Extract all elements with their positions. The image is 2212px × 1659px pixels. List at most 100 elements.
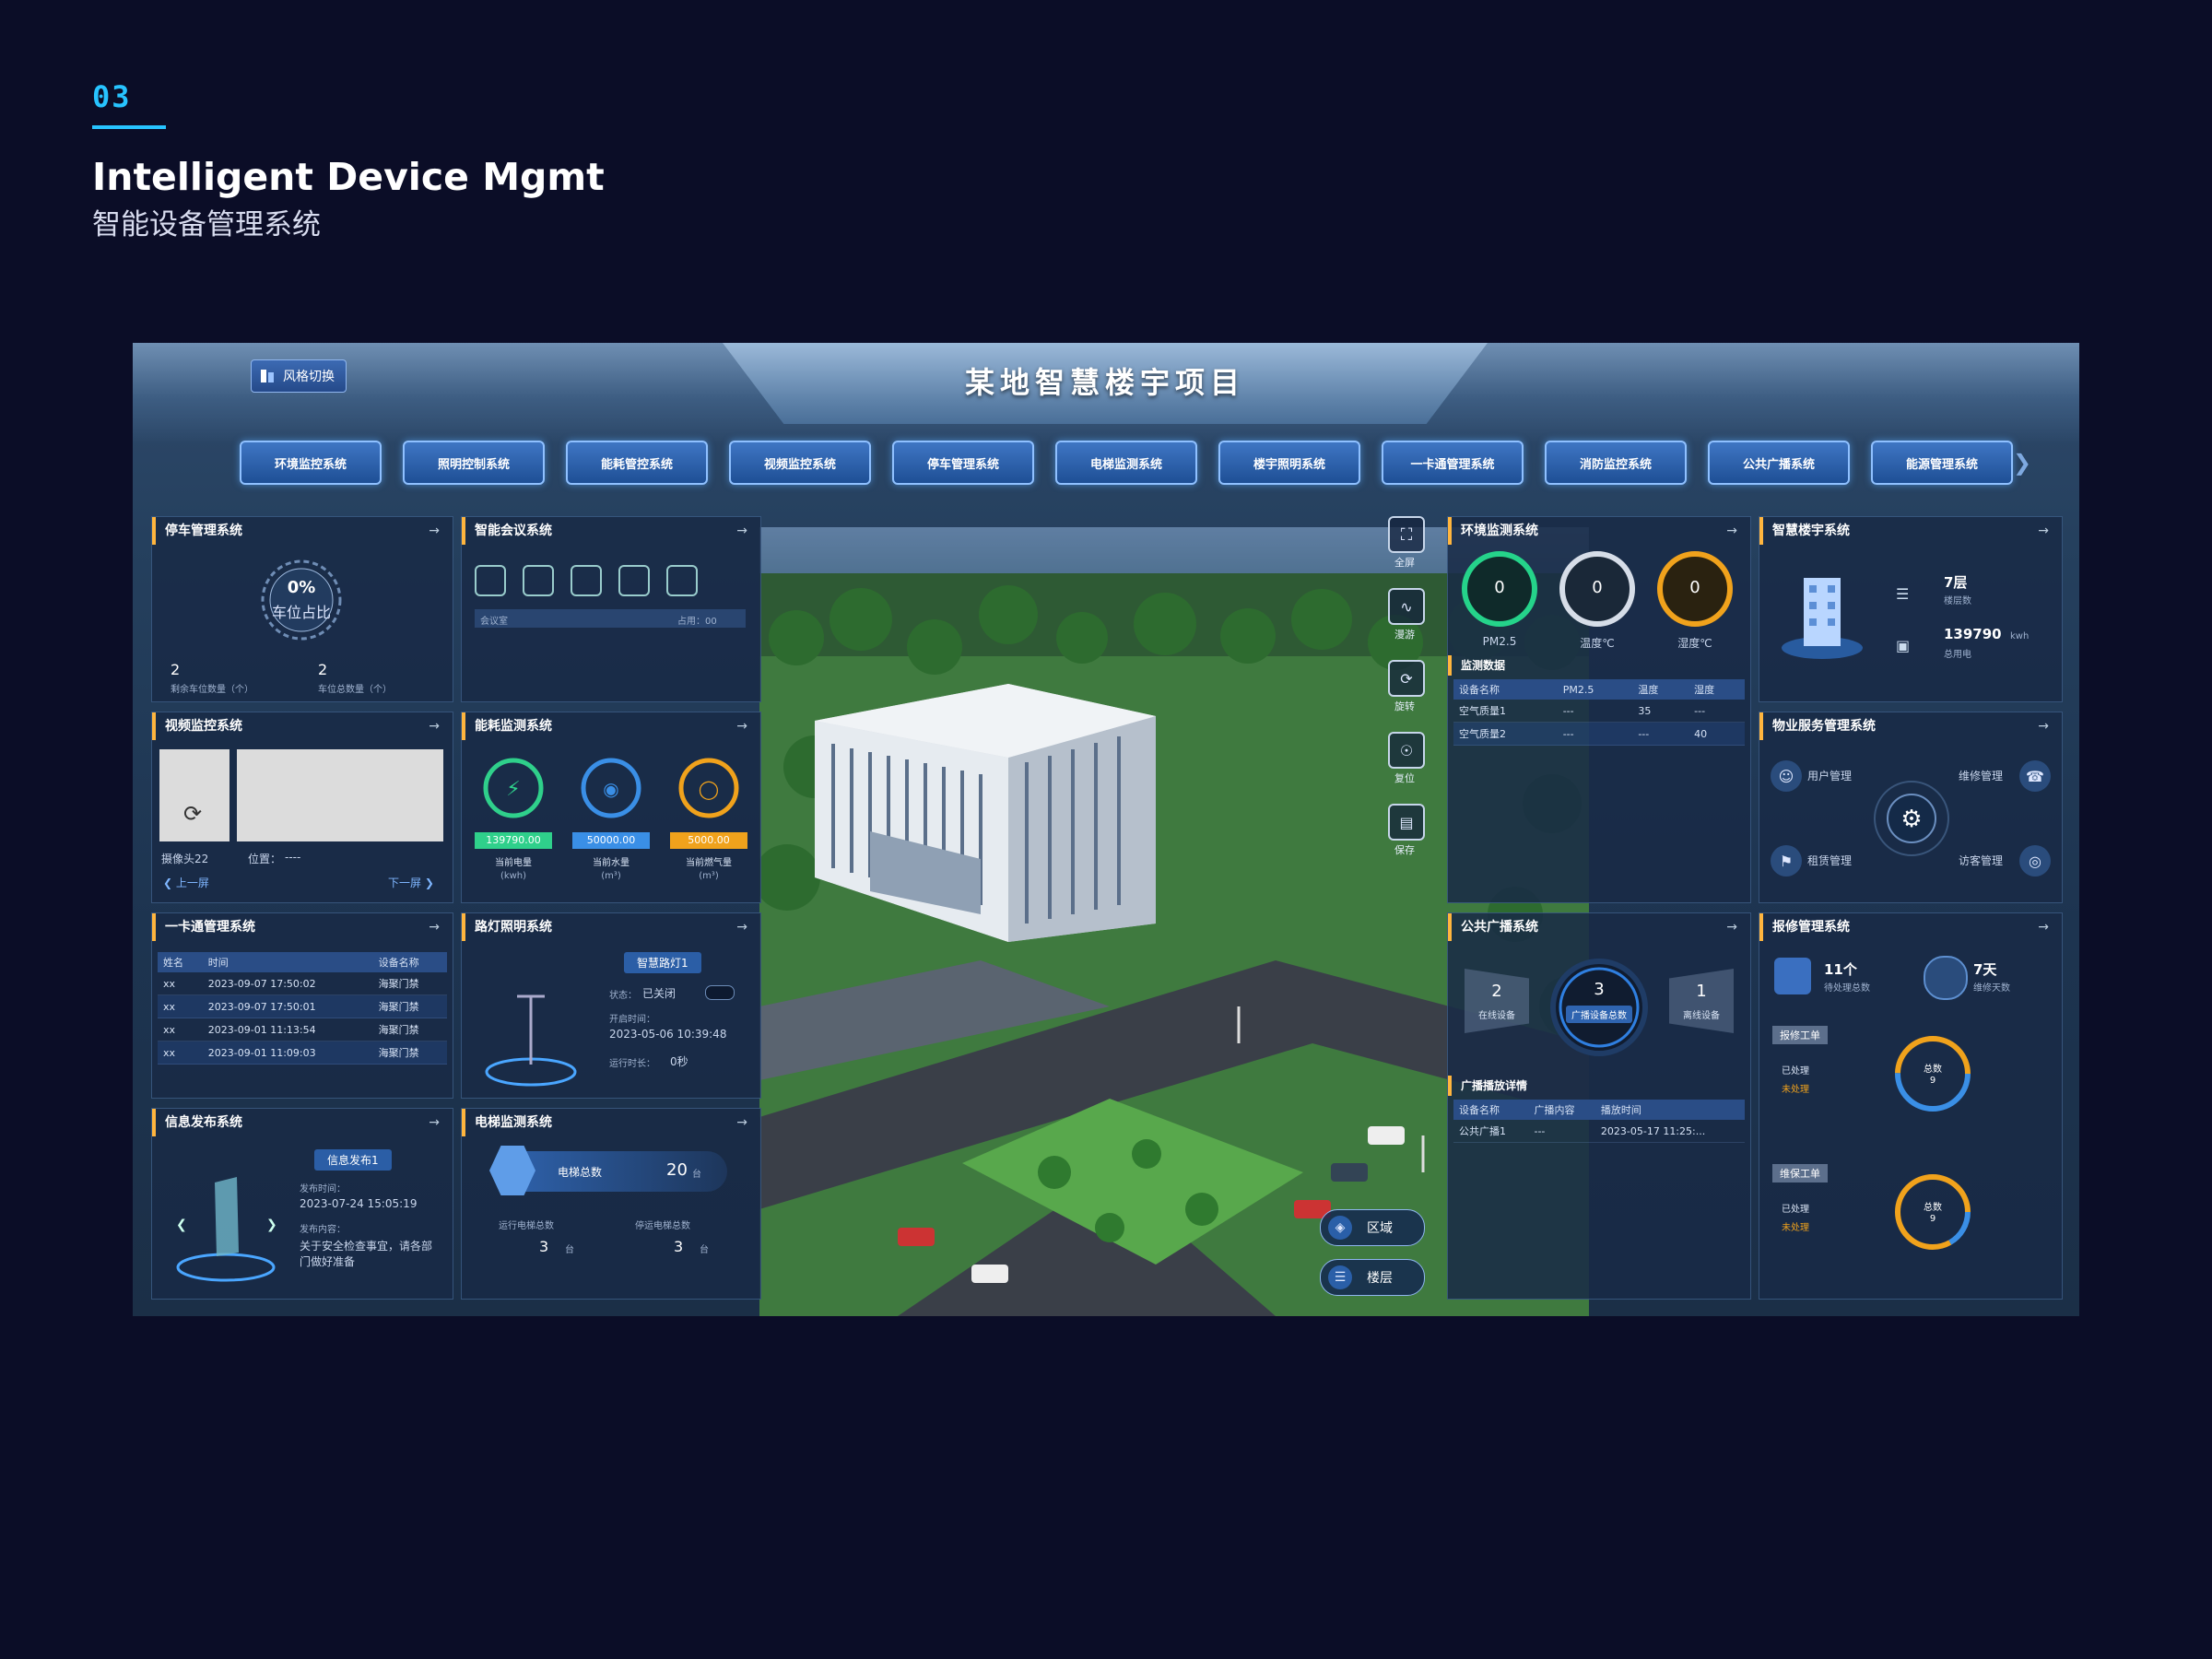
roam-button[interactable]: ∿	[1388, 588, 1425, 625]
prev-screen-button[interactable]: ❮ 上一屏	[163, 875, 209, 890]
lighting-open-label: 开启时间：	[609, 1015, 655, 1025]
tool-label: 复位	[1394, 772, 1415, 784]
camera-position-value: ----	[285, 851, 301, 864]
property-panel: 物业服务管理系统 → ⚙ ☺ 用户管理 维修管理 ☎ ⚑ 租赁管理 访客管理 ◎	[1759, 712, 2063, 903]
panel-more-icon[interactable]: →	[1726, 517, 1737, 545]
lighting-panel: 路灯照明系统 → 智慧路灯1 状态： 已关闭 开启时间： 2023-05-06 …	[461, 912, 761, 1099]
room-icon[interactable]	[523, 565, 554, 596]
nav-item[interactable]: 停车管理系统	[892, 441, 1034, 485]
panel-more-icon[interactable]: →	[736, 913, 747, 941]
nav-item[interactable]: 能源管理系统	[1871, 441, 2013, 485]
fullscreen-button[interactable]: ⛶	[1388, 516, 1425, 553]
repair-manage-icon[interactable]: ☎	[2019, 760, 2051, 792]
days-icon	[1924, 956, 1968, 1000]
panel-more-icon[interactable]: →	[429, 1109, 440, 1136]
reset-view-button[interactable]: ☉	[1388, 732, 1425, 769]
refresh-icon[interactable]: ⟳	[183, 801, 202, 827]
table-header: 设备名称	[1453, 679, 1558, 700]
table-row[interactable]: xx 2023-09-07 17:50:01 海聚门禁	[158, 994, 447, 1018]
table-header: 设备名称	[372, 952, 447, 972]
broadcast-offline-label: 离线设备	[1683, 1011, 1720, 1021]
nav-item[interactable]: 电梯监测系统	[1055, 441, 1197, 485]
floor-label: 楼层	[1367, 1271, 1393, 1286]
property-item[interactable]: 维修管理	[1959, 768, 2003, 783]
nav-item[interactable]: 照明控制系统	[403, 441, 545, 485]
nav-item[interactable]: 能耗管控系统	[566, 441, 708, 485]
info-content-label: 发布内容：	[300, 1225, 346, 1235]
video-main-view[interactable]	[237, 749, 443, 841]
panel-more-icon[interactable]: →	[2038, 913, 2049, 941]
table-row[interactable]: xx 2023-09-01 11:13:54 海聚门禁	[158, 1018, 447, 1041]
room-icon[interactable]	[571, 565, 602, 596]
user-manage-icon[interactable]: ☺	[1771, 760, 1802, 792]
energy-panel: 能耗监测系统 → ⚡ ◉ ◯ 139790.00 50000.00 5000.0…	[461, 712, 761, 903]
property-item[interactable]: 租赁管理	[1807, 853, 1852, 868]
visitor-manage-icon[interactable]: ◎	[2019, 845, 2051, 877]
panel-more-icon[interactable]: →	[736, 712, 747, 740]
info-tag: 信息发布1	[314, 1149, 392, 1171]
video-thumbnail[interactable]: ⟳	[159, 749, 229, 841]
table-cell: ---	[1632, 722, 1689, 746]
room-icon[interactable]	[666, 565, 698, 596]
panel-more-icon[interactable]: →	[2038, 517, 2049, 545]
section-number: 03	[92, 79, 132, 114]
panel-more-icon[interactable]: →	[429, 913, 440, 941]
table-row[interactable]: 空气质量2 --- --- 40	[1453, 722, 1745, 746]
save-icon: ▤	[1399, 813, 1414, 831]
table-header: 设备名称	[1453, 1100, 1529, 1120]
rotate-icon: ⟳	[1400, 669, 1413, 688]
table-header: 播放时间	[1594, 1100, 1745, 1120]
lighting-toggle[interactable]	[705, 985, 735, 1000]
broadcast-online-label: 在线设备	[1478, 1011, 1515, 1021]
save-button[interactable]: ▤	[1388, 804, 1425, 841]
nav-item[interactable]: 环境监控系统	[240, 441, 382, 485]
table-row[interactable]: 公共广播1 --- 2023-05-17 11:25:...	[1453, 1120, 1745, 1143]
style-switch-button[interactable]: 风格切换	[251, 359, 347, 393]
property-item[interactable]: 访客管理	[1959, 853, 2003, 868]
energy-label: 当前电量	[495, 858, 532, 868]
area-icon: ▣	[1896, 637, 1911, 654]
lease-manage-icon[interactable]: ⚑	[1771, 845, 1802, 877]
power-value: 139790	[1944, 626, 2002, 642]
nav-item[interactable]: 视频监控系统	[729, 441, 871, 485]
nav-item[interactable]: 一卡通管理系统	[1382, 441, 1524, 485]
floors-icon: ☰	[1896, 585, 1910, 603]
gauge-value: 0	[1592, 578, 1603, 597]
elevator-unit: 台	[692, 1170, 701, 1180]
maint-order-title: 维保工单	[1772, 1164, 1828, 1182]
panel-title: 视频监控系统	[152, 712, 453, 740]
panel-more-icon[interactable]: →	[736, 1109, 747, 1136]
parking-gauge-label: 车位占比	[271, 604, 331, 621]
next-screen-button[interactable]: 下一屏 ❯	[388, 875, 434, 890]
table-cell: 40	[1688, 722, 1745, 746]
panel-title: 电梯监测系统	[462, 1109, 760, 1136]
nav-next-icon[interactable]: ❯	[2013, 450, 2031, 476]
panel-more-icon[interactable]: →	[736, 517, 747, 545]
repair-ring-value: 9	[1929, 1076, 1936, 1086]
elevator-count: 20	[666, 1160, 688, 1180]
table-cell: ---	[1557, 722, 1633, 746]
area-button[interactable]: ◈ 区域	[1320, 1209, 1425, 1246]
workorder-panel: 报修管理系统 → 11个 待处理总数 7天 维修天数 报修工单 已处理 未处理 …	[1759, 912, 2063, 1300]
lighting-run-value: 0秒	[670, 1055, 688, 1068]
table-row[interactable]: 空气质量1 --- 35 ---	[1453, 700, 1745, 723]
info-publish-panel: 信息发布系统 → ❮ ❯ 信息发布1 发布时间： 2023-07-24 15:05…	[151, 1108, 453, 1300]
panel-more-icon[interactable]: →	[429, 517, 440, 545]
panel-more-icon[interactable]: →	[429, 712, 440, 740]
panel-more-icon[interactable]: →	[1726, 913, 1737, 941]
nav-item[interactable]: 公共广播系统	[1708, 441, 1850, 485]
panel-more-icon[interactable]: →	[2038, 712, 2049, 740]
parking-panel: 停车管理系统 → 0% 车位占比 2 剩余车位数量（个） 2 车位总数量（个）	[151, 516, 453, 702]
room-icon[interactable]	[475, 565, 506, 596]
nav-item[interactable]: 消防监控系统	[1545, 441, 1687, 485]
table-row[interactable]: xx 2023-09-07 17:50:02 海聚门禁	[158, 972, 447, 995]
floor-button[interactable]: ☰ 楼层	[1320, 1259, 1425, 1296]
nav-item[interactable]: 楼宇照明系统	[1218, 441, 1360, 485]
rotate-button[interactable]: ⟳	[1388, 660, 1425, 697]
tool-label: 旋转	[1394, 700, 1415, 712]
table-row[interactable]: xx 2023-09-01 11:09:03 海聚门禁	[158, 1041, 447, 1065]
room-icon[interactable]	[618, 565, 650, 596]
broadcast-online-value: 2	[1491, 982, 1502, 1001]
broadcast-total-value: 3	[1594, 980, 1605, 999]
property-item[interactable]: 用户管理	[1807, 768, 1852, 783]
